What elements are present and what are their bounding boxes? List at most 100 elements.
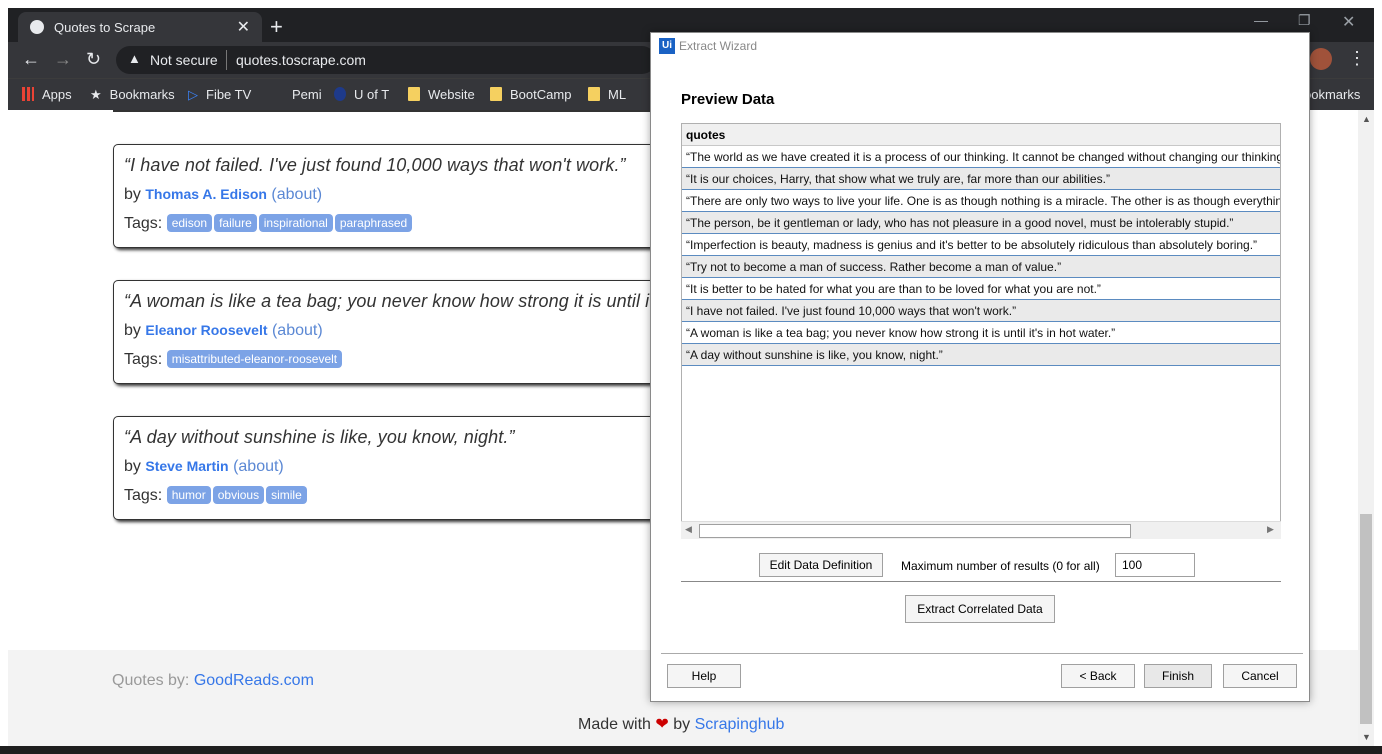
bookmark-u-of-t[interactable]: U of T <box>334 87 389 102</box>
bookmark-website[interactable]: Website <box>408 87 475 102</box>
table-row[interactable]: “Imperfection is beauty, madness is geni… <box>682 234 1280 256</box>
table-row[interactable]: “The world as we have created it is a pr… <box>682 146 1280 168</box>
forward-arrow-icon[interactable]: → <box>54 49 72 70</box>
tag-link[interactable]: humor <box>166 486 211 504</box>
window-close-icon[interactable]: ✕ <box>1342 12 1355 32</box>
scrollbar-thumb[interactable] <box>1360 514 1372 724</box>
author-name: Steve Martin <box>145 458 229 474</box>
close-tab-icon[interactable]: ✕ <box>237 17 250 37</box>
made-with-credit: Made with ❤ by Scrapinghub <box>578 714 784 734</box>
table-row[interactable]: “A woman is like a tea bag; you never kn… <box>682 322 1280 344</box>
bookmark-label: Website <box>428 87 475 102</box>
table-row[interactable]: “The person, be it gentleman or lady, wh… <box>682 212 1280 234</box>
omnibox-divider <box>226 50 227 70</box>
about-link[interactable]: (about) <box>233 458 284 475</box>
warning-icon: ▲ <box>128 51 141 66</box>
menu-kebab-icon[interactable]: ⋮ <box>1348 48 1366 69</box>
tags-row: Tags: humor obvious simile <box>124 486 662 505</box>
goodreads-link[interactable]: GoodReads.com <box>194 672 314 689</box>
made-with-label: Made with <box>578 716 651 733</box>
tag-link[interactable]: obvious <box>212 486 265 504</box>
quote-card: “A woman is like a tea bag; you never kn… <box>113 280 673 384</box>
bookmark-label: ML <box>608 87 627 102</box>
bookmark-bootcamp[interactable]: BootCamp <box>490 87 571 102</box>
quote-byline: by Thomas A. Edison (about) <box>124 186 662 204</box>
tags-label: Tags: <box>124 215 163 232</box>
tab-quotes-to-scrape[interactable]: Quotes to Scrape ✕ <box>18 12 262 42</box>
minimize-icon[interactable]: — <box>1254 12 1268 28</box>
tags-label: Tags: <box>124 487 163 504</box>
divider <box>661 653 1303 654</box>
play-icon: ▷ <box>188 87 198 102</box>
restore-icon[interactable]: ❐ <box>1298 12 1311 29</box>
scroll-right-icon[interactable]: ▶ <box>1267 524 1274 535</box>
scroll-down-icon[interactable]: ▼ <box>1362 732 1371 742</box>
tag-link[interactable]: paraphrased <box>334 214 413 232</box>
table-row[interactable]: “It is our choices, Harry, that show wha… <box>682 168 1280 190</box>
new-tab-icon[interactable]: + <box>270 14 283 40</box>
goodreads-credit: Quotes by: GoodReads.com <box>112 672 314 690</box>
bookmark-apps[interactable]: Apps <box>22 87 72 102</box>
apps-grid-icon <box>22 87 34 101</box>
about-link[interactable]: (about) <box>271 186 322 203</box>
quote-card: “A day without sunshine is like, you kno… <box>113 416 673 520</box>
scroll-up-icon[interactable]: ▲ <box>1362 114 1371 124</box>
table-row[interactable]: “I have not failed. I've just found 10,0… <box>682 300 1280 322</box>
bookmark-ml[interactable]: ML <box>588 87 626 102</box>
author-name: Eleanor Roosevelt <box>145 322 268 338</box>
profile-avatar[interactable] <box>1310 48 1332 70</box>
dialog-title: Extract Wizard <box>679 39 758 53</box>
quote-text: “A woman is like a tea bag; you never kn… <box>124 291 655 311</box>
bookmark-label: Pemi <box>292 87 322 102</box>
dialog-titlebar: Ui Extract Wizard <box>651 33 1309 59</box>
cancel-button[interactable]: Cancel <box>1223 664 1297 688</box>
tags-row: Tags: edison failure inspirational paraphra… <box>124 214 662 233</box>
quote-text: “I have not failed. I've just found 10,0… <box>124 155 626 175</box>
edit-data-definition-button[interactable]: Edit Data Definition <box>759 553 883 577</box>
folder-icon <box>490 87 502 101</box>
tag-link[interactable]: inspirational <box>258 214 333 232</box>
by-label: by <box>124 322 141 339</box>
folder-icon <box>588 87 600 101</box>
by-label: by <box>673 716 691 733</box>
bookmark-fibe-tv[interactable]: ▷ Fibe TV <box>188 87 251 103</box>
preview-data-grid[interactable]: quotes “The world as we have created it … <box>681 123 1281 539</box>
help-button[interactable]: Help <box>667 664 741 688</box>
uoft-crest-icon <box>334 87 346 101</box>
tag-link[interactable]: failure <box>214 214 257 232</box>
bookmark-label: Apps <box>42 87 72 102</box>
horizontal-scroll-thumb[interactable] <box>699 524 1131 538</box>
tag-link[interactable]: edison <box>166 214 213 232</box>
table-row[interactable]: “It is better to be hated for what you a… <box>682 278 1280 300</box>
about-link[interactable]: (about) <box>272 322 323 339</box>
quote-card-edge <box>113 110 673 112</box>
column-header-quotes[interactable]: quotes <box>682 124 1280 146</box>
finish-button[interactable]: Finish <box>1144 664 1212 688</box>
by-label: by <box>124 186 141 203</box>
reload-icon[interactable]: ↻ <box>86 49 101 70</box>
table-row[interactable]: “There are only two ways to live your li… <box>682 190 1280 212</box>
scrapinghub-link[interactable]: Scrapinghub <box>695 716 785 733</box>
bookmark-label: Fibe TV <box>206 87 252 102</box>
tag-link[interactable]: simile <box>266 486 307 504</box>
divider <box>681 581 1281 582</box>
address-bar[interactable]: ▲ Not secure quotes.toscrape.com <box>116 46 656 74</box>
tag-link[interactable]: misattributed-eleanor-roosevelt <box>166 350 343 368</box>
scroll-left-icon[interactable]: ◀ <box>685 524 692 535</box>
page-scrollbar[interactable]: ▲ ▼ <box>1358 110 1374 746</box>
grid-horizontal-scrollbar[interactable]: ◀ ▶ <box>681 521 1281 539</box>
url-text: quotes.toscrape.com <box>236 52 366 68</box>
globe-icon <box>30 20 44 34</box>
bookmark-pemi[interactable]: Pemi <box>292 87 322 102</box>
table-row[interactable]: “A day without sunshine is like, you kno… <box>682 344 1280 366</box>
extract-correlated-data-button[interactable]: Extract Correlated Data <box>905 595 1055 623</box>
max-results-input[interactable]: 100 <box>1115 553 1195 577</box>
by-label: by <box>124 458 141 475</box>
quote-byline: by Eleanor Roosevelt (about) <box>124 322 662 340</box>
bookmark-other[interactable]: ookmarks <box>1304 87 1360 102</box>
table-row[interactable]: “Try not to become a man of success. Rat… <box>682 256 1280 278</box>
tags-label: Tags: <box>124 351 163 368</box>
bookmark-bookmarks[interactable]: ★ Bookmarks <box>90 87 175 103</box>
back-button[interactable]: < Back <box>1061 664 1135 688</box>
back-arrow-icon[interactable]: ← <box>22 49 40 70</box>
